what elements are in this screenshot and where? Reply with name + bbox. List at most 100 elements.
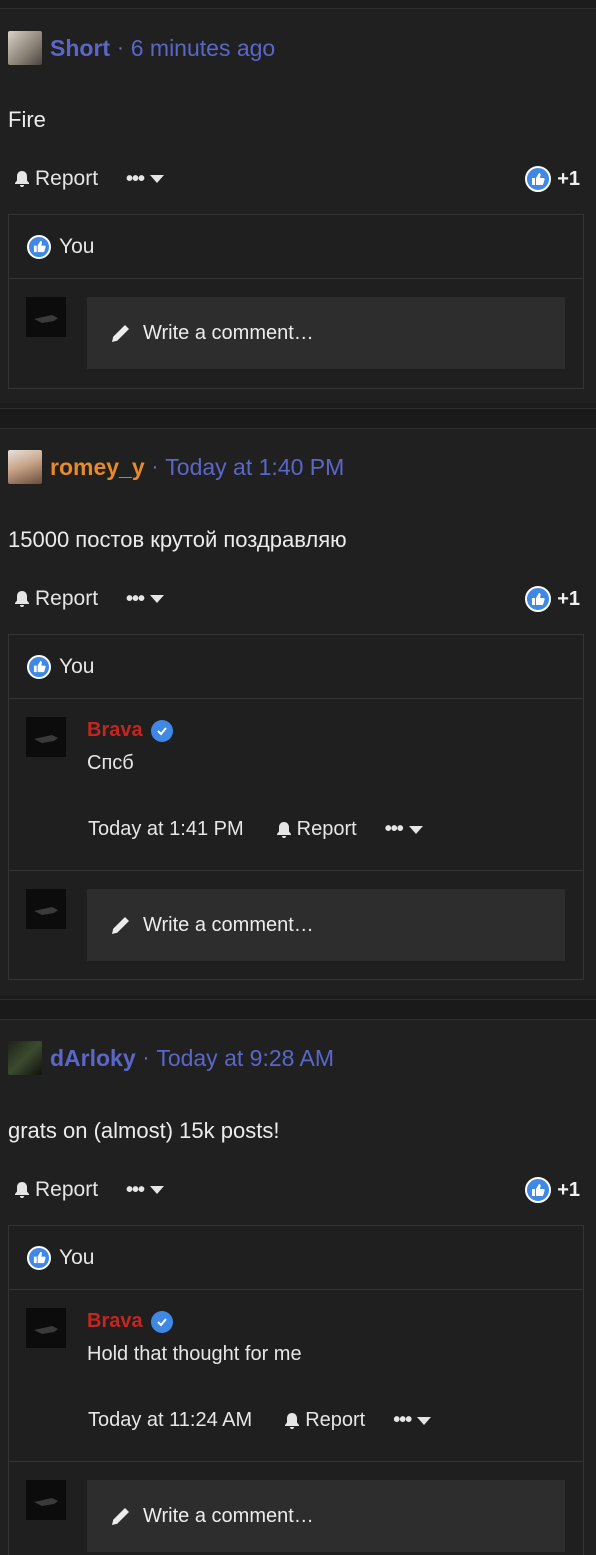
post-text: 15000 постов крутой поздравляю: [8, 527, 347, 552]
post-header: dArloky · Today at 9:28 AM: [8, 1040, 334, 1076]
report-button[interactable]: Report: [12, 587, 98, 611]
reply-username[interactable]: Brava: [87, 1310, 173, 1333]
post-username[interactable]: Short: [50, 35, 110, 62]
verified-check-icon: [150, 719, 173, 742]
reaction-count: +1: [557, 167, 580, 190]
caret-down-icon: [150, 175, 165, 183]
pencil-icon: [112, 1508, 129, 1525]
more-options-button[interactable]: •••: [126, 167, 165, 191]
report-label: Report: [35, 1178, 99, 1201]
reacted-by-label[interactable]: You: [59, 235, 94, 259]
write-comment-button[interactable]: Write a comment…: [87, 1480, 565, 1552]
post-header: Short · 6 minutes ago: [8, 30, 275, 66]
reply-meta: Today at 11:24 AM Report •••: [88, 1409, 432, 1432]
post-time[interactable]: 6 minutes ago: [131, 35, 275, 62]
more-dots-icon: •••: [393, 1409, 412, 1431]
reaction-summary[interactable]: +1: [525, 164, 580, 194]
post-actions: Report •••: [12, 1175, 165, 1205]
post-actions: Report •••: [12, 164, 165, 194]
reaction-count: +1: [557, 1178, 580, 1201]
reply-time[interactable]: Today at 1:41 PM: [88, 818, 244, 841]
write-comment-row: Write a comment…: [9, 279, 583, 387]
avatar[interactable]: [26, 889, 66, 929]
more-options-button[interactable]: •••: [126, 1178, 165, 1202]
profile-post: Short · 6 minutes ago Fire Report ••• +1…: [0, 8, 596, 403]
separator-dot: ·: [142, 1046, 150, 1069]
reacted-by-row: You: [9, 1226, 583, 1290]
report-label: Report: [35, 587, 99, 610]
avatar[interactable]: [8, 1041, 42, 1075]
bell-icon: [15, 591, 29, 607]
bell-icon: [276, 821, 291, 838]
comment-reply: Brava Спсб Today at 1:41 PM Report •••: [9, 699, 583, 871]
post-time[interactable]: Today at 9:28 AM: [156, 1045, 334, 1072]
reply-username-label: Brava: [87, 1310, 143, 1332]
more-dots-icon: •••: [126, 167, 145, 190]
report-button[interactable]: Report: [12, 1178, 98, 1202]
post-username[interactable]: romey_y: [50, 454, 145, 481]
reply-time[interactable]: Today at 11:24 AM: [88, 1409, 252, 1432]
thumbs-up-icon: [525, 1177, 552, 1203]
post-actions: Report •••: [12, 584, 165, 614]
report-label: Report: [305, 1409, 366, 1431]
avatar[interactable]: [26, 717, 66, 757]
more-dots-icon: •••: [126, 587, 145, 610]
avatar[interactable]: [26, 1308, 66, 1348]
avatar[interactable]: [8, 450, 42, 484]
comments-box: You Brava Hold that thought for me Today…: [8, 1225, 584, 1555]
verified-check-icon: [150, 1310, 173, 1333]
write-comment-button[interactable]: Write a comment…: [87, 889, 565, 961]
reacted-by-row: You: [9, 635, 583, 699]
thumbs-up-icon: [27, 1245, 51, 1270]
more-dots-icon: •••: [126, 1178, 145, 1201]
pencil-icon: [112, 917, 129, 934]
more-options-button[interactable]: •••: [385, 818, 423, 841]
post-divider: [0, 408, 596, 428]
caret-down-icon: [150, 1186, 165, 1194]
report-button[interactable]: Report: [282, 1409, 365, 1432]
pencil-icon: [112, 325, 129, 342]
post-text: Fire: [8, 107, 46, 132]
reply-username[interactable]: Brava: [87, 719, 173, 742]
reply-username-label: Brava: [87, 719, 143, 741]
write-comment-row: Write a comment…: [9, 1462, 583, 1555]
reaction-summary[interactable]: +1: [525, 584, 580, 614]
separator-dot: ·: [117, 36, 124, 59]
profile-post: romey_y · Today at 1:40 PM 15000 постов …: [0, 428, 596, 995]
write-comment-label: Write a comment…: [143, 913, 314, 936]
comments-box: You Write a comment…: [8, 214, 584, 389]
reply-text: Спсб: [87, 752, 134, 774]
thumbs-up-icon: [27, 234, 51, 259]
write-comment-row: Write a comment…: [9, 871, 583, 979]
reaction-summary[interactable]: +1: [525, 1175, 580, 1205]
avatar[interactable]: [8, 31, 42, 65]
reaction-count: +1: [557, 587, 580, 610]
write-comment-button[interactable]: Write a comment…: [87, 297, 565, 369]
post-text: grats on (almost) 15k posts!: [8, 1118, 280, 1143]
caret-down-icon: [150, 595, 165, 603]
avatar[interactable]: [26, 297, 66, 337]
post-time[interactable]: Today at 1:40 PM: [165, 454, 344, 481]
post-header: romey_y · Today at 1:40 PM: [8, 449, 344, 485]
more-options-button[interactable]: •••: [393, 1409, 432, 1432]
report-button[interactable]: Report: [12, 167, 98, 191]
profile-post: dArloky · Today at 9:28 AM grats on (alm…: [0, 1019, 596, 1555]
report-label: Report: [296, 818, 357, 840]
post-username[interactable]: dArloky: [50, 1045, 136, 1072]
reacted-by-row: You: [9, 215, 583, 279]
separator-dot: ·: [151, 455, 159, 478]
write-comment-label: Write a comment…: [143, 321, 314, 344]
more-options-button[interactable]: •••: [126, 587, 165, 611]
avatar[interactable]: [26, 1480, 66, 1520]
reply-meta: Today at 1:41 PM Report •••: [88, 818, 423, 841]
reacted-by-label[interactable]: You: [59, 1246, 94, 1270]
comment-reply: Brava Hold that thought for me Today at …: [9, 1290, 583, 1462]
report-label: Report: [35, 167, 99, 190]
report-button[interactable]: Report: [274, 818, 357, 841]
bell-icon: [15, 171, 29, 187]
thumbs-up-icon: [525, 586, 552, 612]
reacted-by-label[interactable]: You: [59, 655, 94, 679]
write-comment-label: Write a comment…: [143, 1504, 314, 1527]
comments-box: You Brava Спсб Today at 1:41 PM Report •…: [8, 634, 584, 980]
bell-icon: [15, 1182, 29, 1198]
